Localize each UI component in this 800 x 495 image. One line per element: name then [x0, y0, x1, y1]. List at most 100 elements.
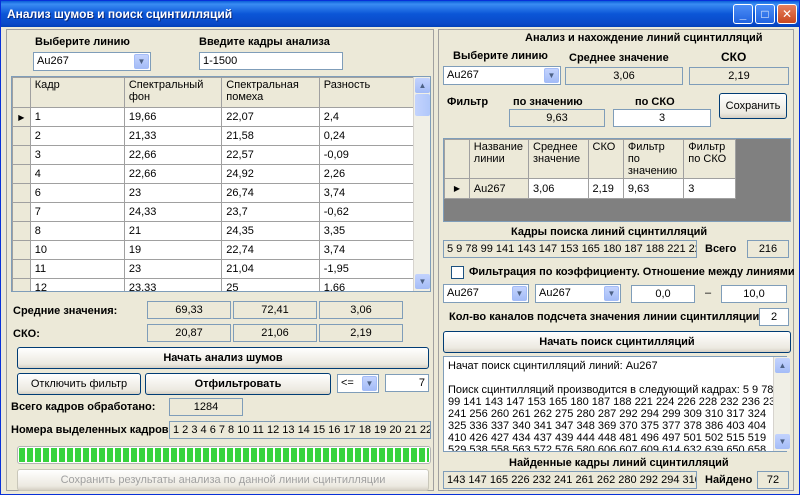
line-select[interactable]: Au267 ▼	[33, 52, 151, 71]
chevron-down-icon[interactable]: ▼	[544, 68, 559, 83]
threshold-input[interactable]: 7	[385, 374, 429, 392]
scroll-thumb[interactable]	[415, 94, 430, 116]
table-cell[interactable]: 25	[221, 278, 320, 291]
table-cell[interactable]: 11	[29, 259, 125, 279]
table-row[interactable]: 10 19 22,74 3,74	[12, 240, 416, 260]
table-cell[interactable]: Au267	[468, 178, 530, 199]
filter-button[interactable]: Отфильтровать	[145, 373, 331, 395]
line-select[interactable]: Au267 ▼	[443, 66, 561, 85]
table-cell[interactable]: 10	[29, 240, 125, 260]
table-cell[interactable]: 2,4	[318, 107, 416, 127]
table-cell[interactable]: 21,33	[123, 126, 223, 146]
title-bar[interactable]: Анализ шумов и поиск сцинтилляций _ □ ✕	[1, 1, 799, 27]
channels-input[interactable]: 2	[759, 308, 789, 326]
row-header[interactable]	[12, 259, 31, 279]
table-cell[interactable]: 19,66	[123, 107, 223, 127]
table-cell[interactable]: 21,58	[221, 126, 320, 146]
table-row[interactable]: ▶ Au267 3,06 2,19 9,63 3	[444, 178, 736, 199]
current-row-arrow-icon[interactable]: ▶	[444, 178, 470, 199]
table-cell[interactable]: -1,95	[318, 259, 416, 279]
compare-select[interactable]: <= ▼	[337, 374, 379, 393]
row-header[interactable]	[12, 183, 31, 203]
table-cell[interactable]: 2,26	[318, 164, 416, 184]
table-cell[interactable]: 23,33	[123, 278, 223, 291]
column-header[interactable]: Кадр	[29, 77, 125, 108]
table-cell[interactable]: 21,04	[221, 259, 320, 279]
coefficient-min-input[interactable]: 0,0	[631, 285, 695, 303]
table-cell[interactable]: 7	[29, 202, 125, 222]
table-cell[interactable]: 3,74	[318, 183, 416, 203]
table-cell[interactable]: 23,7	[221, 202, 320, 222]
current-row-arrow-icon[interactable]: ▶	[12, 107, 31, 127]
column-header[interactable]: Спектральный фон	[123, 77, 223, 108]
table-cell[interactable]: 24,33	[123, 202, 223, 222]
table-cell[interactable]: -0,09	[318, 145, 416, 165]
chevron-down-icon[interactable]: ▼	[512, 286, 527, 301]
table-cell[interactable]: 0,24	[318, 126, 416, 146]
table-row[interactable]: 7 24,33 23,7 -0,62	[12, 202, 416, 222]
table-cell[interactable]: 22,66	[123, 164, 223, 184]
table-cell[interactable]: 2	[29, 126, 125, 146]
start-search-button[interactable]: Начать поиск сцинтилляций	[443, 331, 791, 353]
frames-input[interactable]: 1-1500	[199, 52, 343, 70]
row-header[interactable]	[12, 240, 31, 260]
log-scrollbar[interactable]: ▲ ▼	[773, 357, 790, 451]
row-header[interactable]	[12, 202, 31, 222]
table-row[interactable]: ▶ 1 19,66 22,07 2,4	[12, 107, 416, 127]
save-button[interactable]: Сохранить	[719, 93, 787, 119]
table-cell[interactable]: 1	[29, 107, 125, 127]
table-cell[interactable]: 23	[123, 183, 223, 203]
table-cell[interactable]: 8	[29, 221, 125, 241]
table-row[interactable]: 2 21,33 21,58 0,24	[12, 126, 416, 146]
chevron-down-icon[interactable]: ▼	[604, 286, 619, 301]
maximize-button[interactable]: □	[755, 4, 775, 24]
row-header[interactable]	[12, 221, 31, 241]
close-button[interactable]: ✕	[777, 4, 797, 24]
row-header[interactable]	[12, 278, 31, 291]
column-header[interactable]: СКО	[587, 139, 624, 179]
table-cell[interactable]: 21	[123, 221, 223, 241]
table-cell[interactable]: 22,66	[123, 145, 223, 165]
chevron-down-icon[interactable]: ▼	[134, 54, 149, 69]
table-row[interactable]: 6 23 26,74 3,74	[12, 183, 416, 203]
table-cell[interactable]: 9,63	[622, 178, 685, 199]
table-cell[interactable]: 3,06	[528, 178, 589, 199]
table-row[interactable]: 11 23 21,04 -1,95	[12, 259, 416, 279]
table-cell[interactable]: 12	[29, 278, 125, 291]
table-row[interactable]: 12 23,33 25 1,66	[12, 278, 416, 291]
scroll-up-icon[interactable]: ▲	[415, 78, 430, 93]
scroll-up-icon[interactable]: ▲	[775, 358, 790, 373]
column-header[interactable]: Название линии	[468, 139, 530, 179]
filter-by-sko-input[interactable]: 3	[613, 109, 711, 127]
line-a-select[interactable]: Au267 ▼	[443, 284, 529, 303]
table-cell[interactable]: 3,35	[318, 221, 416, 241]
table-cell[interactable]: 3	[683, 178, 736, 199]
table-cell[interactable]: -0,62	[318, 202, 416, 222]
save-results-button[interactable]: Сохранить результаты анализа по данной л…	[17, 469, 429, 491]
table-scrollbar[interactable]: ▲ ▼	[413, 77, 430, 291]
table-cell[interactable]: 2,19	[587, 178, 624, 199]
row-header[interactable]	[12, 126, 31, 146]
column-header[interactable]: Среднее значение	[528, 139, 589, 179]
lines-table[interactable]: Название линии Среднее значение СКО Филь…	[443, 138, 791, 222]
table-row[interactable]: 8 21 24,35 3,35	[12, 221, 416, 241]
table-cell[interactable]: 24,92	[221, 164, 320, 184]
coefficient-filter-checkbox[interactable]	[451, 266, 464, 279]
column-header[interactable]: Фильтр по СКО	[683, 139, 736, 179]
minimize-button[interactable]: _	[733, 4, 753, 24]
table-cell[interactable]: 22,07	[221, 107, 320, 127]
chevron-down-icon[interactable]: ▼	[362, 376, 377, 391]
table-cell[interactable]: 1,66	[318, 278, 416, 291]
disable-filter-button[interactable]: Отключить фильтр	[17, 373, 141, 395]
row-header[interactable]	[12, 164, 31, 184]
column-header[interactable]: Фильтр по значению	[622, 139, 685, 179]
table-cell[interactable]: 22,74	[221, 240, 320, 260]
column-header[interactable]: Спектральная помеха	[221, 77, 320, 108]
start-noise-analysis-button[interactable]: Начать анализ шумов	[17, 347, 429, 369]
table-cell[interactable]: 6	[29, 183, 125, 203]
table-cell[interactable]: 23	[123, 259, 223, 279]
table-cell[interactable]: 3,74	[318, 240, 416, 260]
table-cell[interactable]: 22,57	[221, 145, 320, 165]
column-header[interactable]: Разность	[318, 77, 416, 108]
scroll-down-icon[interactable]: ▼	[415, 274, 430, 289]
